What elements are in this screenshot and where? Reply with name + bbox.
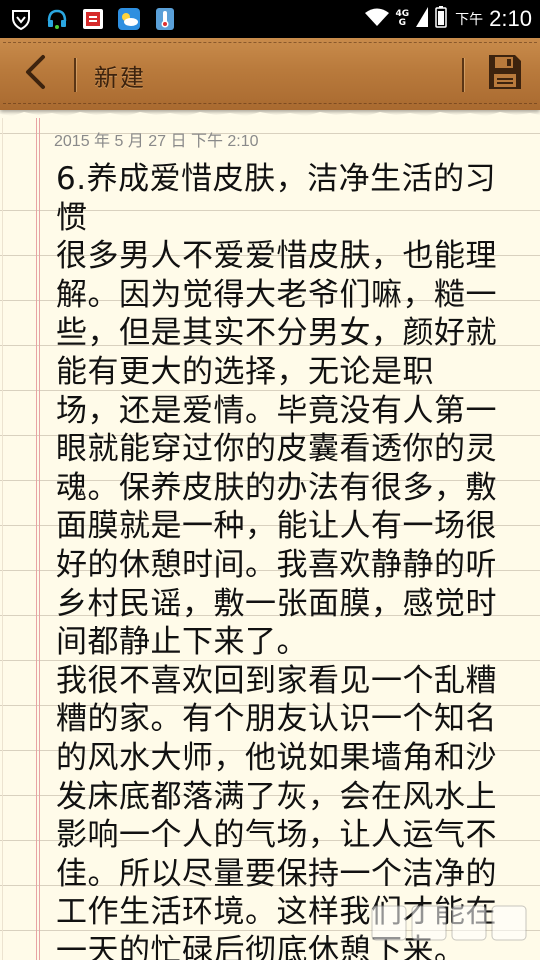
margin-line [36,118,37,960]
note-line: 惯 [56,199,88,236]
floppy-disk-icon [487,53,523,95]
battery-icon [435,6,447,32]
note-line: 好的休憩时间。我喜欢静静的听 [56,546,497,583]
red-app-icon [80,6,106,32]
shield-icon [8,6,34,32]
wifi-icon [364,7,390,31]
toolbar-divider [462,58,464,92]
signal-icon [415,6,429,32]
chevron-left-icon [21,54,49,94]
note-line: 面膜就是一种，能让人有一场很 [56,508,497,545]
note-line: 糟的家。有个朋友认识一个知名 [56,701,497,738]
note-line: 6.养成爱惜皮肤，洁净生活的习 [56,161,497,197]
toolbar-divider [74,58,76,92]
note-line: 场，还是爱情。毕竟没有人第一 [56,392,497,429]
note-line: 很多男人不爱爱惜皮肤，也能理 [56,238,497,275]
note-line: 的风水大师，他说如果墙角和沙 [56,739,497,776]
notification-icons [8,4,178,34]
note-date: 2015 年 5 月 27 日 下午 2:10 [54,133,259,150]
weather-icon [116,6,142,32]
note-line: 间都静止下来了。 [56,624,308,661]
note-line: 影响一个人的气场，让人运气不 [56,817,497,854]
save-button[interactable] [482,52,528,96]
note-line: 眼就能穿过你的皮囊看透你的灵 [56,431,497,468]
toolbar-title: 新建 [94,64,146,92]
paper-edge-line [2,118,3,960]
note-line: 能有更大的选择，无论是职 [56,353,434,390]
system-status: 4G G 下午 2:10 [364,4,532,34]
clock-ampm: 下午 [455,12,484,28]
note-body[interactable]: 6.养成爱惜皮肤，洁净生活的习惯很多男人不爱爱惜皮肤，也能理 解。因为觉得大老爷们… [56,160,522,960]
network-type: 4G G [396,10,410,28]
back-button[interactable] [10,50,60,98]
clock-time: 2:10 [489,6,532,31]
margin-line [39,118,40,960]
note-line: 乡村民谣，敷一张面膜，感觉时 [56,585,497,622]
note-line: 佳。所以尽量要保持一个洁净的 [56,855,497,892]
torn-paper-edge [0,112,540,122]
note-line: 我很不喜欢回到家看见一个乱糟 [56,662,497,699]
toolbar: 新建 [0,38,540,110]
screen: 4G G 下午 2:10 新建 2015 年 5 月 27 日 下午 2:10 … [0,0,540,960]
headset-icon [44,6,70,32]
status-bar: 4G G 下午 2:10 [0,0,540,38]
note-line: 魂。保养皮肤的办法有很多，敷 [56,469,497,506]
note-line: 一天的忙碌后彻底休憩下来。 [56,932,466,960]
thermometer-icon [152,6,178,32]
note-line: 发床底都落满了灰，会在风水上 [56,778,497,815]
network-type-bottom: G [398,18,407,28]
note-line: 工作生活环境。这样我们才能在 [56,894,497,931]
note-line: 解。因为觉得大老爷们嘛，糙一 [56,276,497,313]
note-line: 些，但是其实不分男女，颜好就 [56,315,497,352]
